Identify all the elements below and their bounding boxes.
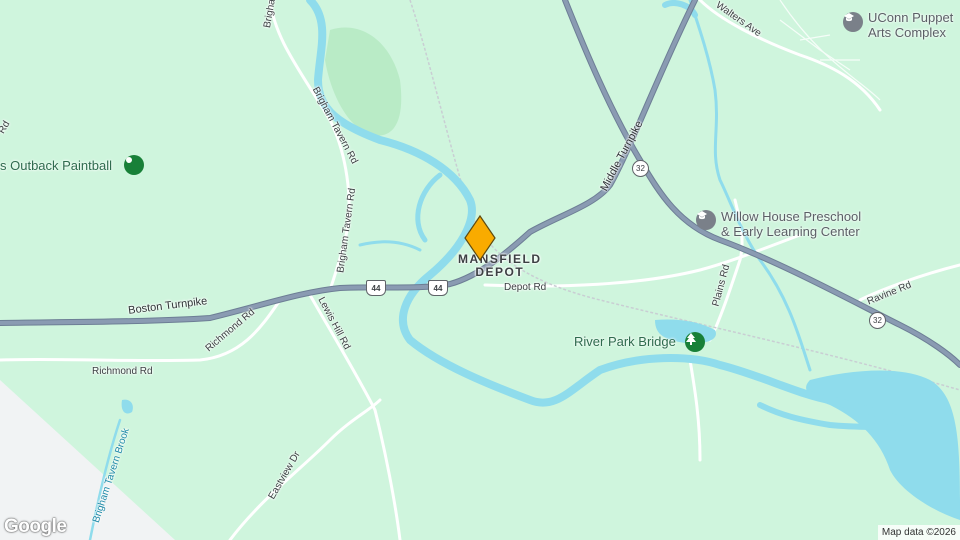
google-logo: Google <box>4 516 67 537</box>
map-canvas[interactable]: Boston Turnpike Middle Turnpike Richmond… <box>0 0 960 540</box>
poi-label-line1: UConn Puppet <box>868 10 954 25</box>
route-32-shield-south: 32 <box>869 312 886 329</box>
town-label-line2: DEPOT <box>475 265 525 279</box>
poi-label-willow-house[interactable]: Willow House Preschool & Early Learning … <box>721 209 861 239</box>
road-label-depot-rd: Depot Rd <box>504 282 547 293</box>
route-44-shield-west: 44 <box>366 280 386 296</box>
selected-location-marker[interactable] <box>460 214 500 264</box>
poi-label-river-park-bridge[interactable]: River Park Bridge <box>574 334 676 349</box>
poi-label-uconn-puppet-arts[interactable]: UConn Puppet Arts Complex <box>868 10 953 40</box>
poi-label-outback-paintball[interactable]: s Outback Paintball <box>0 158 112 173</box>
route-32-shield-north: 32 <box>632 160 649 177</box>
road-label-richmond-rd-west: Richmond Rd <box>92 366 153 377</box>
poi-label-line1: Willow House Preschool <box>721 209 862 224</box>
campus-paths <box>779 0 881 101</box>
poi-label-line2: Arts Complex <box>868 25 947 40</box>
poi-label-line2: & Early Learning Center <box>721 224 860 239</box>
water-bodies <box>121 319 960 520</box>
map-attribution[interactable]: Map data ©2026 <box>877 525 960 540</box>
route-44-shield-east: 44 <box>428 280 448 296</box>
park-tree-icon[interactable] <box>685 332 705 352</box>
recreation-icon[interactable] <box>124 155 144 175</box>
education-icon[interactable] <box>843 12 863 32</box>
education-icon[interactable] <box>696 210 716 230</box>
marker-diamond-icon <box>464 214 496 262</box>
